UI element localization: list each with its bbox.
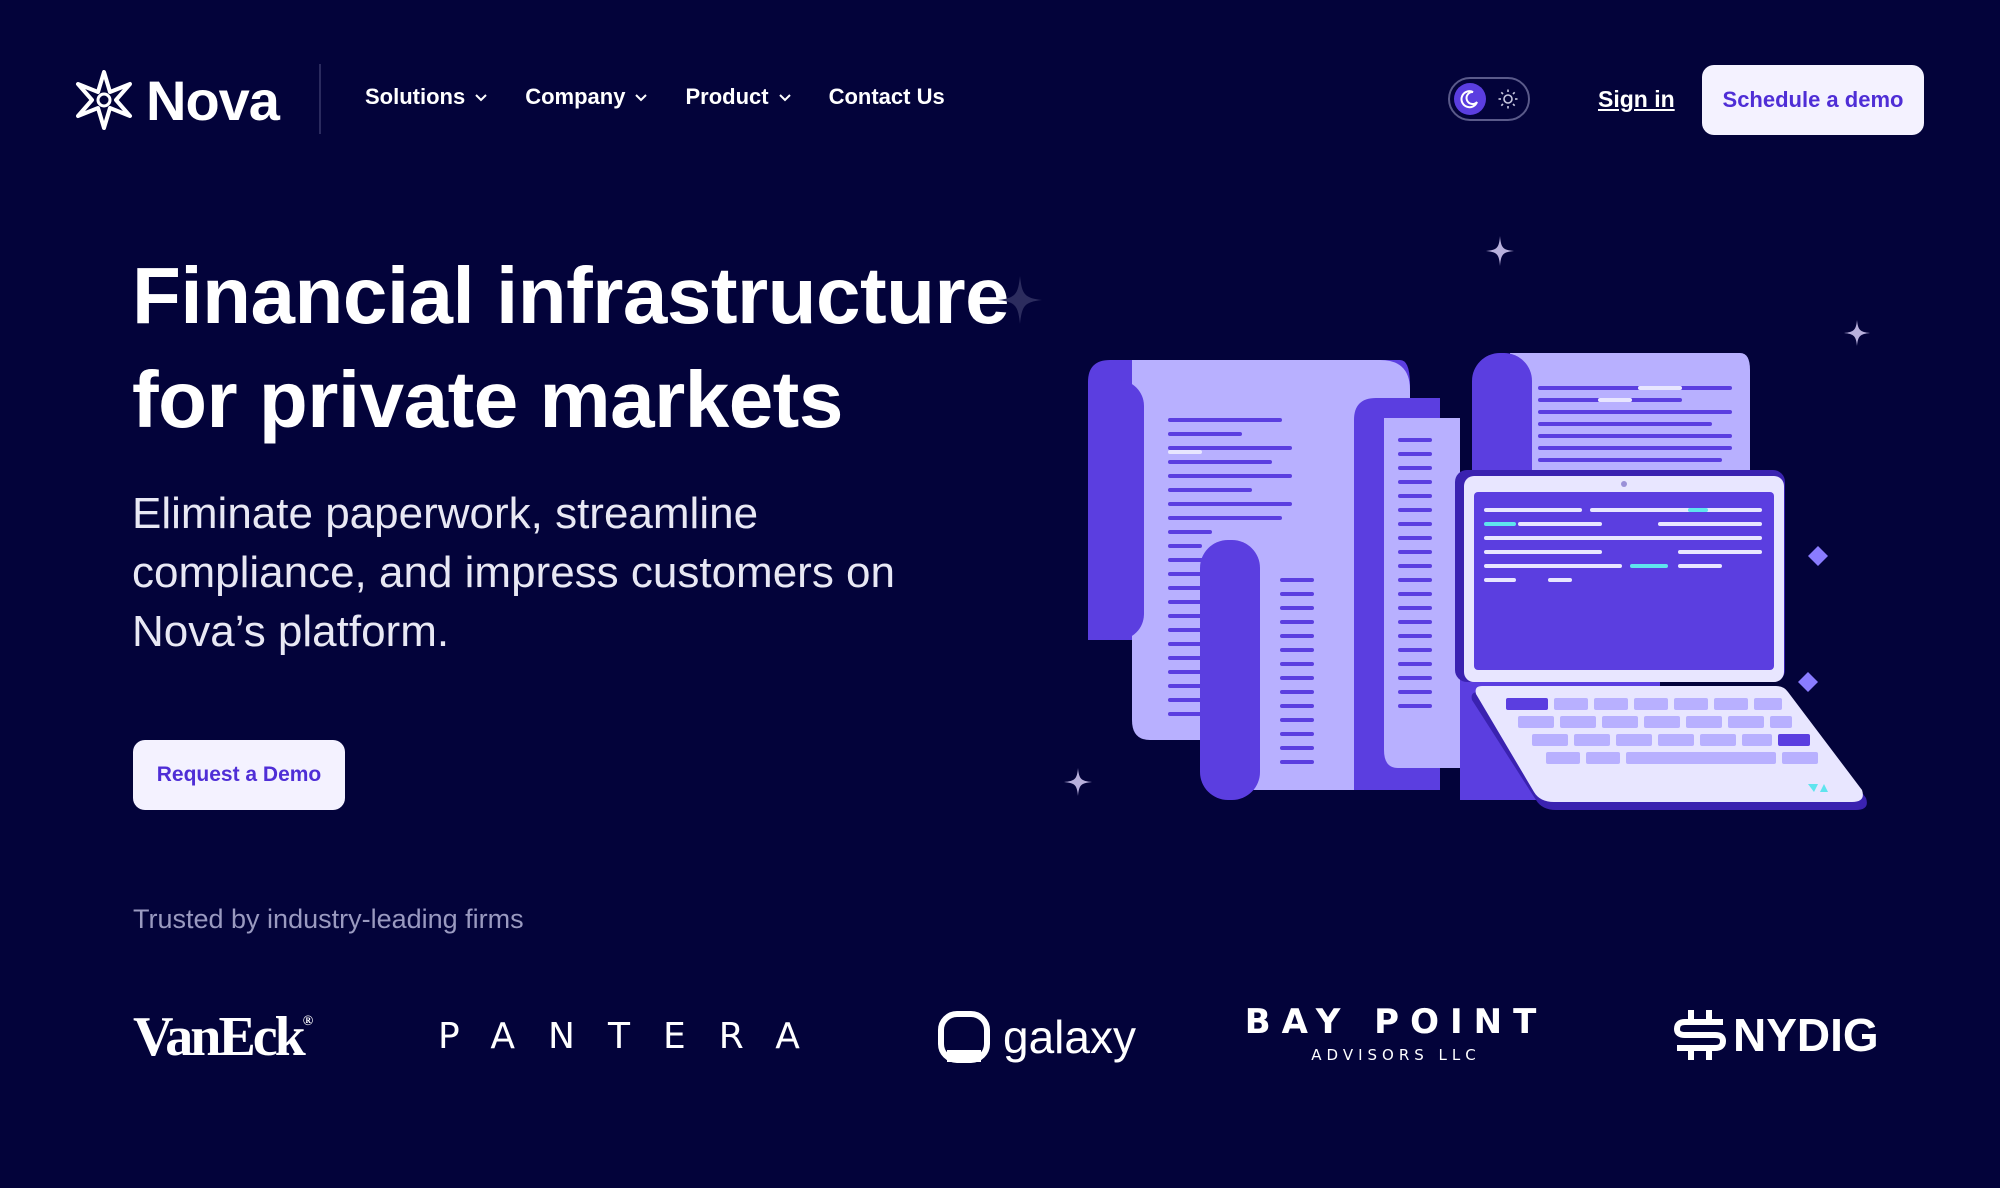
nav-item-label: Solutions (365, 84, 466, 109)
nav-item-solutions[interactable]: Solutions (365, 84, 489, 110)
pantera-logo: PANTERA (438, 1016, 833, 1057)
brand-logo[interactable]: Nova (74, 68, 280, 132)
sun-icon (1498, 89, 1518, 109)
nova-star-icon (76, 70, 132, 130)
galaxy-mark-icon (938, 1011, 990, 1063)
galaxy-logo-text: galaxy (1003, 1011, 1136, 1063)
nav-item-label: Contact Us (828, 84, 945, 109)
sparkle-icon (998, 276, 1042, 324)
bay-point-logo-line-1: BAY POINT (1244, 1002, 1548, 1042)
galaxy-logo: galaxy (937, 1010, 1136, 1064)
vaneck-logo: VanEck® (133, 1005, 313, 1069)
theme-toggle-knob (1454, 83, 1486, 115)
nav-item-product[interactable]: Product (685, 84, 792, 110)
nav-item-contact-us[interactable]: Contact Us (829, 84, 945, 110)
hero-title-line-2: for private markets (132, 355, 843, 444)
top-navigation: Nova Solutions Company Product Contact U… (0, 0, 2000, 200)
nav-item-label: Company (525, 84, 626, 109)
sign-in-link[interactable]: Sign in (1598, 86, 1675, 113)
laptop-graphic (1455, 470, 1867, 810)
sparkle-icon (1486, 236, 1514, 266)
chevron-down-icon (635, 94, 648, 102)
request-demo-button[interactable]: Request a Demo (133, 740, 345, 810)
vaneck-logo-text: VanEck (133, 1006, 306, 1068)
moon-icon (1460, 90, 1478, 109)
documents-laptop-illustration (1064, 236, 1870, 810)
theme-toggle[interactable] (1448, 77, 1530, 121)
hero-subtitle: Eliminate paperwork, streamline complian… (132, 489, 895, 656)
nydig-logo: NYDIG (1673, 1008, 1879, 1062)
chevron-down-icon (475, 94, 487, 102)
nydig-mark-icon (1673, 1010, 1727, 1060)
sparkle-icon (1064, 768, 1092, 796)
trusted-by-label: Trusted by industry-leading firms (133, 904, 524, 934)
hero-title: Financial infrastructure for private mar… (132, 244, 1032, 452)
nav-item-label: Product (685, 84, 769, 109)
nydig-logo-text: NYDIG (1733, 1009, 1879, 1061)
brand-name: Nova (146, 68, 280, 132)
bay-point-logo-line-2: ADVISORS LLC (1311, 1046, 1481, 1064)
nav-item-company[interactable]: Company (525, 84, 649, 110)
nav-divider (319, 64, 321, 134)
diamond-icon (1808, 546, 1828, 566)
diamond-icon (1798, 672, 1818, 692)
sparkle-icon (1844, 320, 1870, 346)
hero-title-line-1: Financial infrastructure (132, 251, 1010, 340)
chevron-down-icon (778, 94, 791, 102)
bay-point-logo: BAY POINT ADVISORS LLC (1238, 1002, 1554, 1064)
schedule-demo-button[interactable]: Schedule a demo (1702, 65, 1924, 135)
nav-links: Solutions Company Product Contact Us (365, 84, 981, 110)
registered-mark: ® (302, 1014, 314, 1029)
